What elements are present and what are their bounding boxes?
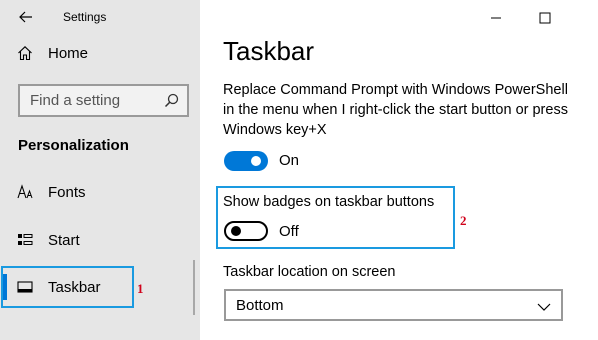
- back-arrow-icon: [19, 11, 32, 23]
- sidebar-scrollbar[interactable]: [193, 260, 195, 315]
- sidebar: Settings Home Personalization Fonts: [0, 0, 200, 340]
- annotation-highlight-box: [1, 266, 134, 308]
- search-field[interactable]: [18, 84, 189, 117]
- sidebar-item-home[interactable]: Home: [0, 33, 200, 73]
- fonts-icon: [16, 183, 34, 201]
- taskbar-location-select[interactable]: Bottom: [224, 289, 563, 321]
- powershell-toggle[interactable]: [224, 151, 268, 171]
- page-title: Taskbar: [223, 36, 315, 66]
- sidebar-item-start[interactable]: Start: [0, 220, 200, 260]
- badges-setting-label: Show badges on taskbar buttons: [223, 194, 435, 210]
- location-setting-label: Taskbar location on screen: [223, 264, 396, 280]
- sidebar-item-label: Home: [48, 44, 89, 62]
- toggle-knob: [251, 156, 261, 166]
- annotation-marker: 2: [460, 213, 467, 228]
- search-input[interactable]: [20, 92, 155, 109]
- start-icon: [16, 231, 34, 249]
- maximize-button[interactable]: [530, 7, 560, 29]
- sidebar-item-label: Start: [48, 231, 80, 249]
- maximize-icon: [539, 12, 551, 24]
- home-icon: [16, 44, 34, 62]
- minimize-icon: [491, 17, 501, 19]
- sidebar-item-fonts[interactable]: Fonts: [0, 172, 200, 212]
- select-value: Bottom: [236, 297, 284, 314]
- annotation-marker: 1: [137, 281, 144, 296]
- minimize-button[interactable]: [481, 7, 511, 29]
- search-icon[interactable]: [164, 93, 179, 113]
- toggle-state-label: Off: [279, 223, 299, 240]
- badges-toggle[interactable]: [224, 221, 268, 241]
- app-title: Settings: [63, 10, 107, 24]
- sidebar-item-label: Fonts: [48, 183, 86, 201]
- section-title: Personalization: [18, 137, 129, 154]
- back-button[interactable]: [14, 6, 38, 28]
- chevron-down-icon: [537, 299, 551, 317]
- toggle-knob: [231, 226, 241, 236]
- powershell-setting-description: Replace Command Prompt with Windows Powe…: [223, 82, 568, 138]
- toggle-state-label: On: [279, 152, 300, 169]
